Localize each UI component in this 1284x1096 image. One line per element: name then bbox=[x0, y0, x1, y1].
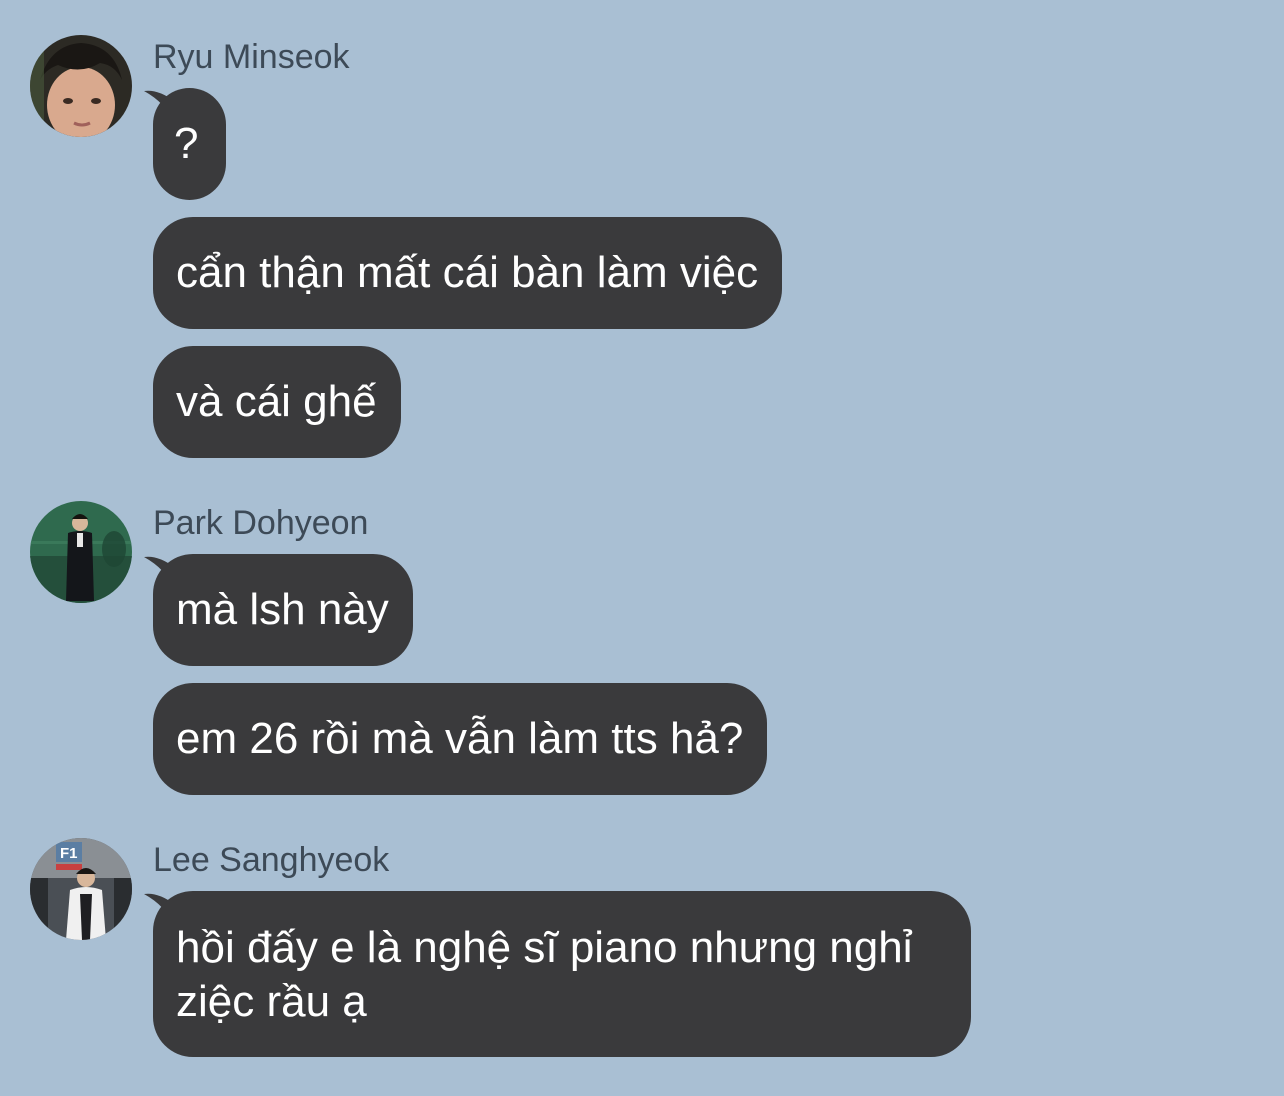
message-bubble[interactable]: em 26 rồi mà vẫn làm tts hả? bbox=[153, 683, 768, 795]
chat-view: Ryu Minseok ? cẩn thận mất cái bàn làm v… bbox=[0, 0, 1284, 1096]
avatar-badge-text: F1 bbox=[60, 845, 78, 862]
sender-name: Park Dohyeon bbox=[153, 504, 369, 542]
avatar-lee-sanghyeok[interactable]: F1 bbox=[30, 838, 132, 940]
avatar-ryu-minseok[interactable] bbox=[30, 35, 132, 137]
message-bubble[interactable]: cẩn thận mất cái bàn làm việc bbox=[153, 217, 783, 329]
message-bubble[interactable]: mà lsh này bbox=[153, 554, 413, 666]
sender-name: Lee Sanghyeok bbox=[153, 841, 390, 879]
message-bubble[interactable]: ? bbox=[153, 88, 226, 200]
message-bubble[interactable]: và cái ghế bbox=[153, 346, 401, 458]
avatar-park-dohyeon[interactable] bbox=[30, 501, 132, 603]
sender-name: Ryu Minseok bbox=[153, 38, 350, 76]
message-bubble[interactable]: hồi đấy e là nghệ sĩ piano nhưng nghỉ zi… bbox=[153, 891, 971, 1057]
